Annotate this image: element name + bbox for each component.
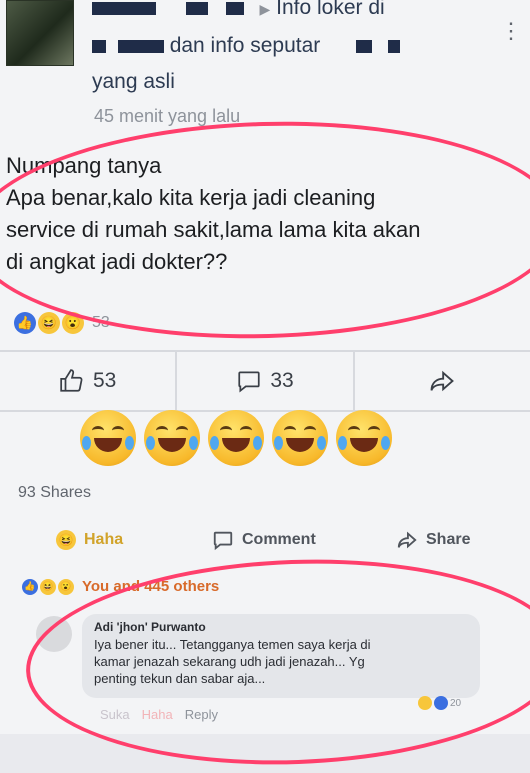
commenter-name[interactable]: Adi 'jhon' Purwanto xyxy=(94,620,468,634)
redacted-block xyxy=(92,39,106,53)
joy-emoji xyxy=(208,410,264,466)
share-arrow-icon xyxy=(430,370,455,392)
like-count: 53 xyxy=(92,369,117,392)
haha-button[interactable]: 😆 Haha xyxy=(56,530,123,550)
joy-emoji xyxy=(80,410,136,466)
haha-reaction-icon: 😆 xyxy=(38,312,60,334)
comment-count: 33 xyxy=(270,369,294,392)
post-timestamp[interactable]: 45 menit yang lalu xyxy=(94,106,240,127)
post-reactions[interactable]: 👍 😆 😮 53 xyxy=(14,312,110,334)
group-title-line2[interactable]: dan info seputar xyxy=(92,34,400,58)
reactions-summary[interactable]: 👍 😆 😮 You and 445 others xyxy=(22,578,219,595)
post-card: ▶ Info loker di dan info seputar yang as… xyxy=(0,0,530,773)
commenter-avatar[interactable] xyxy=(36,616,72,652)
comment-button[interactable]: 33 xyxy=(177,352,355,410)
post-action-bar: 53 33 xyxy=(0,350,530,412)
share-arrow-icon xyxy=(397,531,417,549)
joy-emoji xyxy=(336,410,392,466)
shares-count[interactable]: 93 Shares xyxy=(18,484,91,502)
share-button[interactable]: Share xyxy=(396,529,470,551)
comment-reaction-count: 20 xyxy=(450,697,462,709)
redacted-block xyxy=(356,39,373,53)
comment-reactions[interactable]: 20 xyxy=(418,696,461,710)
group-title-text: yang asli xyxy=(92,70,175,93)
group-avatar[interactable] xyxy=(6,0,74,66)
wow-reaction-icon: 😮 xyxy=(58,578,74,595)
more-options-icon[interactable]: ⋮ xyxy=(500,18,522,44)
reactions-summary-text: You and 445 others xyxy=(82,578,220,595)
haha-reaction-icon: 😆 xyxy=(56,530,76,550)
reaction-count: 53 xyxy=(92,314,110,331)
comment-line: Iya bener itu... Tetangganya temen saya … xyxy=(94,637,371,652)
joy-emoji xyxy=(144,410,200,466)
comment-like-link[interactable]: Suka xyxy=(100,707,130,722)
post-line: Apa benar,kalo kita kerja jadi cleaning xyxy=(6,185,376,210)
redacted-block xyxy=(225,1,244,15)
share-button[interactable] xyxy=(355,352,530,410)
secondary-action-bar: 😆 Haha Comment Share xyxy=(0,520,530,560)
group-title-line3[interactable]: yang asli xyxy=(92,70,175,94)
comment-emoji-row xyxy=(80,410,392,466)
haha-reaction-icon: 😆 xyxy=(40,578,56,595)
group-title-line1[interactable]: ▶ Info loker di xyxy=(92,0,385,20)
comment-line: penting tekun dan sabar aja... xyxy=(94,671,266,686)
wow-reaction-icon: 😮 xyxy=(62,312,84,334)
thumbs-up-icon xyxy=(60,369,83,392)
haha-reaction-icon xyxy=(418,696,432,710)
share-label: Share xyxy=(426,531,471,548)
haha-label: Haha xyxy=(84,531,124,548)
comment-label: Comment xyxy=(242,531,316,548)
comment-actions: Suka Haha Reply xyxy=(100,707,218,722)
joy-emoji xyxy=(272,410,328,466)
comment-haha-link[interactable]: Haha xyxy=(142,707,173,722)
like-button[interactable]: 53 xyxy=(0,352,178,410)
redacted-block xyxy=(185,1,208,15)
comment-bubble: Adi 'jhon' Purwanto Iya bener itu... Tet… xyxy=(82,614,480,698)
like-reaction-icon: 👍 xyxy=(22,578,38,595)
post-body: Numpang tanya Apa benar,kalo kita kerja … xyxy=(6,150,506,278)
comment-icon xyxy=(238,371,260,393)
group-title-text: dan info seputar xyxy=(169,34,321,57)
comment-button[interactable]: Comment xyxy=(212,529,316,551)
redacted-block xyxy=(117,39,164,53)
post-line: Numpang tanya xyxy=(6,153,162,178)
redacted-block xyxy=(387,39,400,53)
post-line: di angkat jadi dokter?? xyxy=(6,249,228,274)
arrow-right-icon: ▶ xyxy=(259,1,271,17)
like-reaction-icon: 👍 xyxy=(14,312,36,334)
redacted-block xyxy=(92,1,156,15)
comment-icon xyxy=(213,531,233,551)
comment-line: kamar jenazah sekarang udh jadi jenazah.… xyxy=(94,654,365,669)
comment-reply-link[interactable]: Reply xyxy=(185,707,218,722)
like-reaction-icon xyxy=(434,696,448,710)
group-title-text: Info loker di xyxy=(276,0,385,19)
post-line: service di rumah sakit,lama lama kita ak… xyxy=(6,217,421,242)
